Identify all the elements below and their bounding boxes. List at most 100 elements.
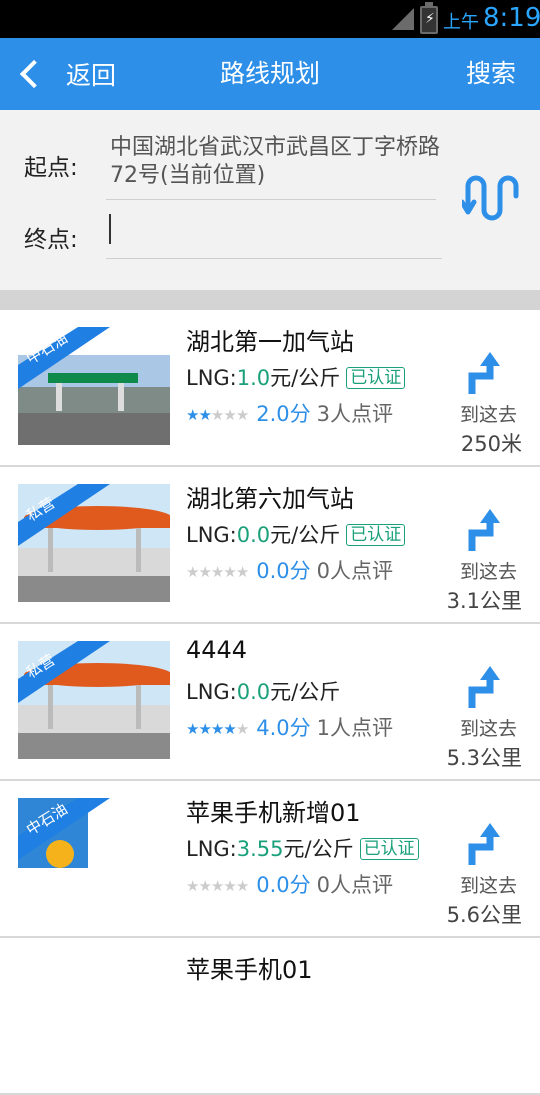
rating-score: 0.0分 [256,559,311,583]
list-item[interactable]: 中石油 湖北第一加气站 LNG:1.0元/公斤 已认证 ★★★★★ 2.0分 3人点评… [0,310,540,467]
station-price: LNG:0.0元/公斤 已认证 [186,519,406,549]
star-icon: ★ [198,563,211,581]
station-rating: ★★★★★ 2.0分 3人点评 [186,398,393,428]
turn-right-arrow-icon [468,352,500,394]
fuel-type: LNG: [186,680,237,704]
price-unit: 元/公斤 [270,366,341,390]
price-unit: 元/公斤 [283,837,354,861]
back-label: 返回 [66,61,117,90]
navigate-label: 到这去 [460,561,518,583]
from-label: 起点: [24,155,78,181]
price-unit: 元/公斤 [270,523,341,547]
station-name: 湖北第一加气站 [186,328,354,356]
star-icon: ★ [186,406,199,424]
from-field[interactable]: 中国湖北省武汉市武昌区丁字桥路72号(当前位置) [110,134,448,190]
station-photo: 中石油 [18,798,170,916]
station-distance: 5.6公里 [446,903,522,927]
review-count: 0人点评 [316,873,394,897]
station-distance: 3.1公里 [446,589,522,613]
fuel-type: LNG: [186,366,237,390]
review-count: 0人点评 [316,559,394,583]
fuel-type: LNG: [186,523,237,547]
price-unit: 元/公斤 [270,680,341,704]
chevron-left-icon [19,59,49,89]
turn-right-arrow-icon [468,666,500,708]
swap-route-icon[interactable] [462,172,520,224]
station-rating: ★★★★★ 0.0分 0人点评 [186,869,393,899]
section-divider [0,290,540,310]
battery-icon: ⚡ [420,2,438,34]
station-photo: 中石油 [18,327,170,445]
list-item[interactable]: 苹果手机01 [0,938,540,1095]
search-button[interactable]: 搜索 [466,38,516,110]
star-icon: ★ [223,720,236,738]
price-value: 0.0 [236,523,271,547]
verified-badge: 已认证 [346,524,406,546]
navigate-label: 到这去 [460,404,518,426]
list-item[interactable]: 私营 4444 LNG:0.0元/公斤 ★★★★★ 4.0分 1人点评 到这去 5.… [0,624,540,781]
verified-badge: 已认证 [359,838,419,860]
star-rating: ★★★★★ [186,715,249,739]
navigate-label: 到这去 [460,875,518,897]
verified-badge: 已认证 [346,367,406,389]
star-icon: ★ [186,720,199,738]
price-value: 0.0 [236,680,271,704]
from-underline [106,199,436,200]
star-icon: ★ [210,877,224,895]
rating-score: 4.0分 [256,716,311,740]
star-icon: ★ [198,877,211,895]
star-icon: ★ [223,877,236,895]
price-value: 3.55 [236,837,284,861]
station-price: LNG:3.55元/公斤 已认证 [186,833,419,863]
star-icon: ★ [210,406,224,424]
station-image [18,955,170,1073]
list-item[interactable]: 中石油 苹果手机新增01 LNG:3.55元/公斤 已认证 ★★★★★ 0.0分 0人… [0,781,540,938]
station-distance: 250米 [460,432,522,456]
star-icon: ★ [186,563,199,581]
list-item[interactable]: 私营 湖北第六加气站 LNG:0.0元/公斤 已认证 ★★★★★ 0.0分 0人点评 … [0,467,540,624]
star-icon: ★ [198,720,211,738]
station-distance: 5.3公里 [446,746,522,770]
station-rating: ★★★★★ 4.0分 1人点评 [186,712,393,742]
station-photo: 私营 [18,641,170,759]
star-icon: ★ [235,563,249,581]
fuel-type: LNG: [186,837,237,861]
star-icon: ★ [186,877,199,895]
rating-score: 0.0分 [256,873,311,897]
star-icon: ★ [210,720,224,738]
star-icon: ★ [223,563,236,581]
station-name: 湖北第六加气站 [186,485,354,513]
station-rating [186,1026,200,1050]
status-time: 8:19 [483,3,540,33]
station-price: LNG:0.0元/公斤 [186,676,340,706]
to-field[interactable] [106,210,442,259]
star-icon: ★ [198,406,211,424]
station-photo [18,955,170,1073]
star-icon: ★ [235,877,249,895]
back-button[interactable]: 返回 [18,38,116,110]
star-rating: ★★★★★ [186,401,249,425]
station-name: 4444 [186,636,248,664]
app-header: 返回 路线规划 搜索 [0,38,540,110]
star-rating: ★★★★★ [186,872,249,896]
review-count: 1人点评 [316,716,394,740]
station-rating: ★★★★★ 0.0分 0人点评 [186,555,393,585]
route-panel: 起点: 中国湖北省武汉市武昌区丁字桥路72号(当前位置) 终点: [0,110,540,290]
star-icon: ★ [235,720,249,738]
navigate-label: 到这去 [460,718,518,740]
station-price: LNG:1.0元/公斤 已认证 [186,362,406,392]
status-bar: ⚡ 上午 8:19 [0,0,540,38]
text-cursor [109,214,111,244]
review-count: 3人点评 [316,402,394,426]
turn-right-arrow-icon [468,823,500,865]
station-list: 中石油 湖北第一加气站 LNG:1.0元/公斤 已认证 ★★★★★ 2.0分 3人点评… [0,310,540,1095]
star-icon: ★ [235,406,249,424]
signal-icon [392,8,414,30]
station-photo: 私营 [18,484,170,602]
station-name: 苹果手机新增01 [186,799,361,827]
turn-right-arrow-icon [468,509,500,551]
star-icon: ★ [210,563,224,581]
to-label: 终点: [24,227,78,253]
price-value: 1.0 [236,366,271,390]
star-icon: ★ [223,406,236,424]
